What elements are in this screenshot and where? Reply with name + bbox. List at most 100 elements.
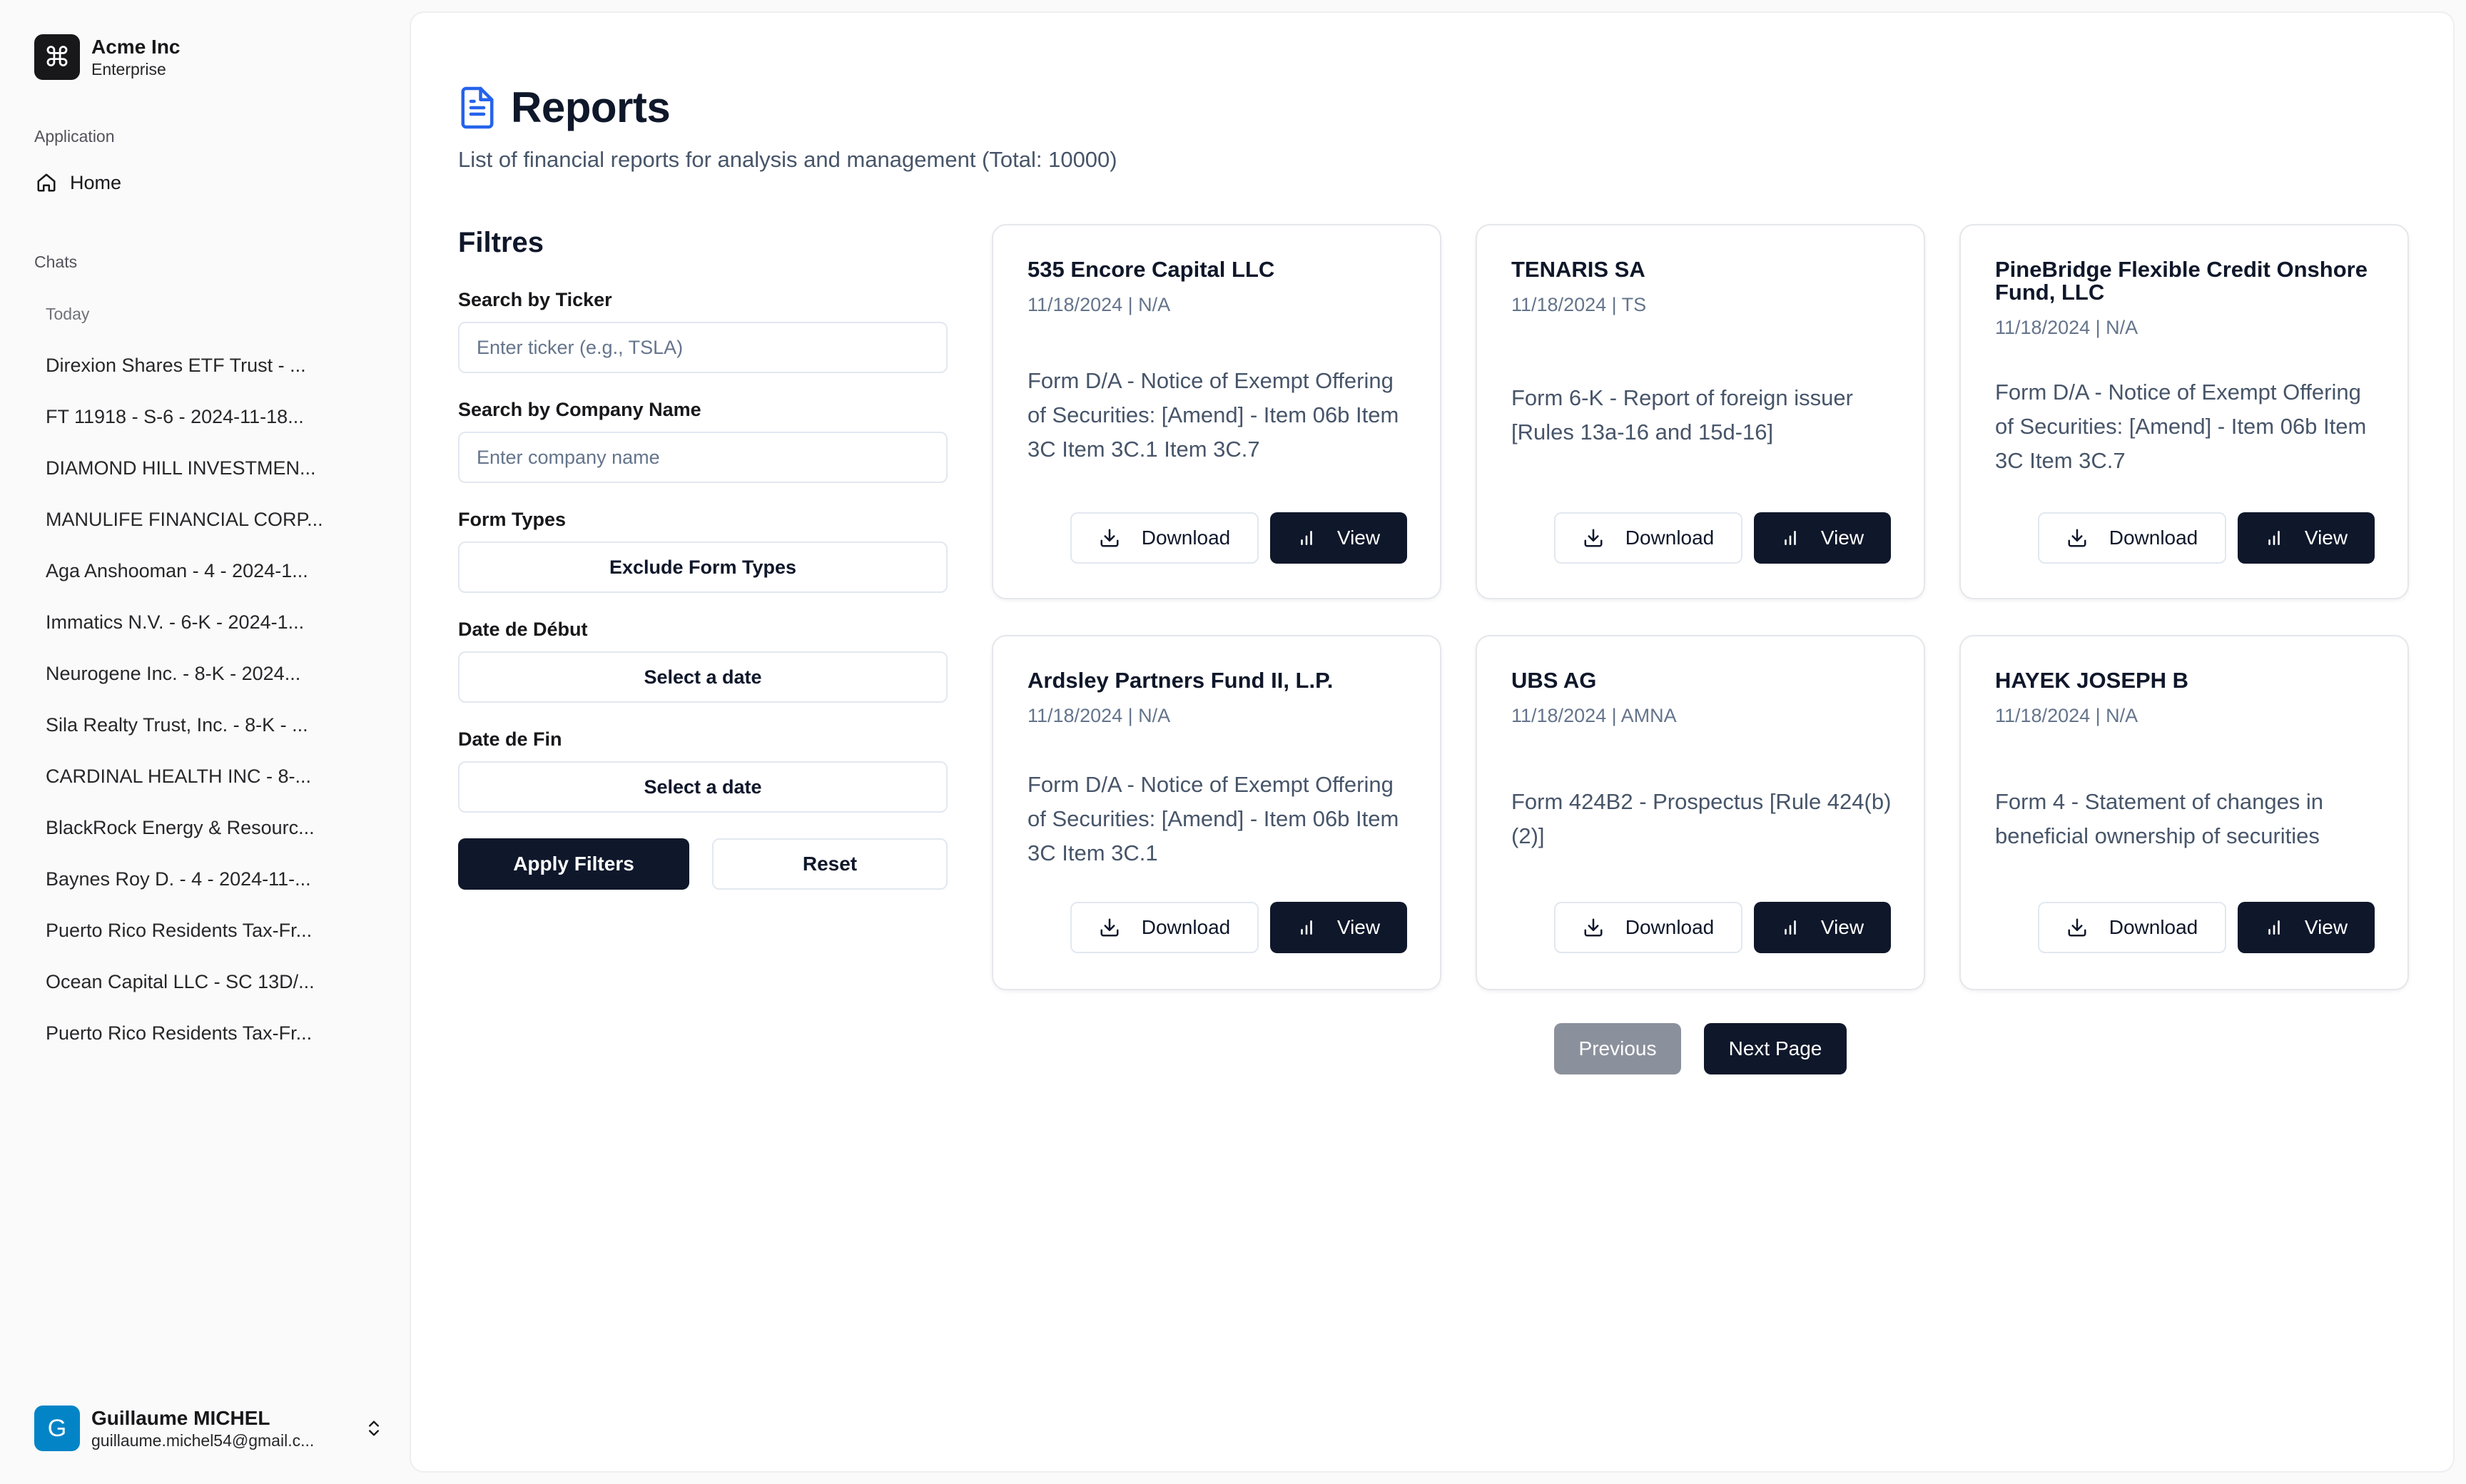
report-company-name: 535 Encore Capital LLC [1028, 257, 1275, 282]
chat-item[interactable]: Direxion Shares ETF Trust - ... [34, 340, 384, 391]
view-label: View [1336, 916, 1381, 938]
main-panel: Reports List of financial reports for an… [410, 11, 2455, 1473]
download-label: Download [2109, 527, 2198, 549]
download-icon [2068, 529, 2086, 547]
report-description: Form 6-K - Report of foreign issuer [Rul… [1511, 385, 1853, 444]
chats-group-label: Chats [34, 253, 78, 271]
ticker-search-input[interactable] [458, 322, 948, 373]
download-icon [1584, 918, 1603, 937]
view-button[interactable]: View [2238, 902, 2375, 953]
report-description: Form D/A - Notice of Exempt Offering of … [1028, 772, 1399, 865]
download-label: Download [2109, 916, 2198, 938]
end-date-picker[interactable]: Select a date [458, 761, 948, 813]
view-label: View [1820, 527, 1864, 549]
user-menu[interactable]: G Guillaume MICHEL guillaume.michel54@gm… [34, 1404, 384, 1453]
company-label: Search by Company Name [458, 399, 701, 420]
view-button[interactable]: View [1270, 512, 1407, 564]
chat-item[interactable]: Immatics N.V. - 6-K - 2024-1... [34, 596, 384, 648]
chat-item[interactable]: Puerto Rico Residents Tax-Fr... [34, 905, 384, 956]
chat-item[interactable]: MANULIFE FINANCIAL CORP... [34, 494, 384, 545]
end-date-label: Date de Fin [458, 728, 562, 750]
chat-item[interactable]: BlackRock Energy & Resourc... [34, 802, 384, 853]
bar-chart-icon [1301, 531, 1312, 545]
view-label: View [1336, 527, 1381, 549]
download-icon [1100, 918, 1119, 937]
view-label: View [2304, 916, 2348, 938]
download-button[interactable]: Download [1554, 512, 1742, 564]
view-button[interactable]: View [2238, 512, 2375, 564]
ticker-label: Search by Ticker [458, 289, 612, 310]
chat-item[interactable]: Ocean Capital LLC - SC 13D/... [34, 956, 384, 1007]
next-page-button[interactable]: Next Page [1704, 1023, 1847, 1074]
page-header: Reports [458, 83, 671, 132]
download-button[interactable]: Download [1070, 512, 1259, 564]
report-meta: 11/18/2024 | N/A [1995, 317, 2138, 338]
user-email: guillaume.michel54@gmail.c... [91, 1431, 315, 1450]
download-label: Download [1625, 916, 1715, 938]
brand-plan: Enterprise [91, 60, 166, 78]
chat-item[interactable]: DIAMOND HILL INVESTMEN... [34, 442, 384, 494]
view-button[interactable]: View [1754, 512, 1891, 564]
start-date-picker[interactable]: Select a date [458, 651, 948, 703]
report-card: 535 Encore Capital LLC 11/18/2024 | N/A … [992, 224, 1441, 599]
chat-item[interactable]: Puerto Rico Residents Tax-Fr... [34, 1007, 384, 1059]
report-card: TENARIS SA 11/18/2024 | TS Form 6-K - Re… [1476, 224, 1925, 599]
home-icon [37, 173, 56, 192]
download-icon [1584, 529, 1603, 547]
page-title: Reports [511, 83, 671, 131]
brand[interactable]: ⌘ Acme Inc Enterprise [34, 34, 181, 80]
filters-panel: Filtres Search by Ticker Search by Compa… [458, 227, 948, 890]
report-description: Form D/A - Notice of Exempt Offering of … [1028, 368, 1399, 462]
view-button[interactable]: View [1754, 902, 1891, 953]
reset-button[interactable]: Reset [712, 838, 948, 890]
user-name: Guillaume MICHEL [91, 1407, 270, 1429]
form-types-label: Form Types [458, 509, 567, 530]
application-group-label: Application [34, 127, 115, 146]
download-icon [2068, 918, 2086, 937]
view-label: View [2304, 527, 2348, 549]
report-description: Form 4 - Statement of changes in benefic… [1995, 789, 2324, 848]
report-card: PineBridge Flexible Credit Onshore Fund,… [1959, 224, 2409, 599]
report-description: Form 424B2 - Prospectus [Rule 424(b)(2)] [1511, 789, 1892, 848]
report-company-name: PineBridge Flexible Credit Onshore Fund,… [1995, 257, 2368, 305]
filters-title: Filtres [458, 227, 544, 258]
apply-filters-button[interactable]: Apply Filters [458, 838, 689, 890]
chat-item[interactable]: Neurogene Inc. - 8-K - 2024... [34, 648, 384, 699]
sidebar-item-label: Home [70, 171, 122, 193]
bar-chart-icon [1785, 531, 1796, 545]
sidebar-item-home[interactable]: Home [29, 166, 381, 200]
report-meta: 11/18/2024 | N/A [1028, 294, 1171, 315]
download-button[interactable]: Download [2038, 902, 2226, 953]
page-subtitle: List of financial reports for analysis a… [458, 147, 1117, 172]
report-meta: 11/18/2024 | TS [1511, 294, 1647, 315]
chat-item[interactable]: Sila Realty Trust, Inc. - 8-K - ... [34, 699, 384, 751]
exclude-form-types-button[interactable]: Exclude Form Types [458, 542, 948, 593]
command-icon: ⌘ [34, 34, 80, 80]
report-company-name: HAYEK JOSEPH B [1995, 668, 2189, 693]
view-label: View [1820, 916, 1864, 938]
download-label: Download [1141, 527, 1231, 549]
previous-page-button[interactable]: Previous [1554, 1023, 1681, 1074]
chat-item[interactable]: Baynes Roy D. - 4 - 2024-11-... [34, 853, 384, 905]
brand-name: Acme Inc [91, 36, 181, 58]
download-button[interactable]: Download [1554, 902, 1742, 953]
download-button[interactable]: Download [2038, 512, 2226, 564]
company-search-input[interactable] [458, 432, 948, 483]
download-button[interactable]: Download [1070, 902, 1259, 953]
report-description: Form D/A - Notice of Exempt Offering of … [1995, 380, 2367, 473]
bar-chart-icon [1301, 920, 1312, 935]
chat-item[interactable]: Aga Anshooman - 4 - 2024-1... [34, 545, 384, 596]
download-label: Download [1141, 916, 1231, 938]
report-company-name: Ardsley Partners Fund II, L.P. [1028, 668, 1334, 693]
download-icon [1100, 529, 1119, 547]
bar-chart-icon [2268, 531, 2280, 545]
view-button[interactable]: View [1270, 902, 1407, 953]
start-date-label: Date de Début [458, 619, 588, 640]
report-card: HAYEK JOSEPH B 11/18/2024 | N/A Form 4 -… [1959, 635, 2409, 990]
chat-item[interactable]: CARDINAL HEALTH INC - 8-... [34, 751, 384, 802]
download-label: Download [1625, 527, 1715, 549]
report-meta: 11/18/2024 | N/A [1028, 705, 1171, 726]
report-company-name: UBS AG [1511, 668, 1597, 693]
chat-item[interactable]: FT 11918 - S-6 - 2024-11-18... [34, 391, 384, 442]
pagination: Previous Next Page [1554, 1023, 1847, 1074]
